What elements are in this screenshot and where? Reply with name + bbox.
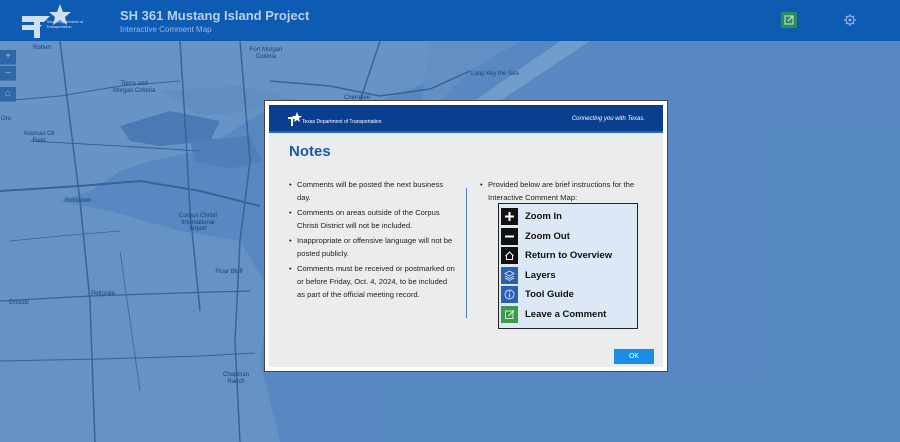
layers-icon (501, 266, 518, 284)
guide-label: Leave a Comment (525, 308, 607, 320)
page-subtitle: Interactive Comment Map (120, 25, 212, 34)
guide-row-zoom-in: Zoom In (499, 207, 637, 227)
guide-label: Zoom In (525, 211, 562, 222)
notes-item: Comments must be received or postmarked … (289, 262, 457, 301)
guide-row-tool-guide: Tool Guide (499, 285, 637, 305)
gear-icon (844, 14, 856, 26)
guide-label: Zoom Out (525, 230, 570, 242)
logo-text: Texas Department of Transportation (46, 19, 83, 29)
guide-label: Layers (525, 269, 556, 281)
comment-edit-icon (501, 305, 518, 323)
banner-agency-name: Texas Department of Transportation (302, 119, 382, 125)
tool-guide-legend: Zoom In Zoom Out Return to Overview Laye… (498, 203, 638, 329)
ok-button[interactable]: OK (614, 349, 654, 364)
notes-dialog-body: Texas Department of Transportation Conne… (269, 105, 663, 367)
txdot-star-icon (288, 112, 302, 126)
notes-item: Comments will be posted the next busines… (289, 178, 457, 204)
notes-list: Comments will be posted the next busines… (289, 178, 457, 303)
home-icon (501, 247, 518, 264)
guide-label: Return to Overview (525, 250, 613, 261)
notes-item: Inappropriate or offensive language will… (289, 234, 457, 260)
guide-row-leave-comment: Leave a Comment (499, 305, 637, 325)
notes-title: Notes (289, 143, 331, 160)
notes-dialog: Texas Department of Transportation Conne… (264, 100, 668, 372)
minus-icon (501, 227, 518, 245)
txdot-banner: Texas Department of Transportation Conne… (269, 105, 663, 133)
app-header: Texas Department of Transportation SH 36… (0, 0, 900, 41)
plus-icon (501, 208, 518, 225)
column-divider (466, 188, 467, 318)
txdot-logo: Texas Department of Transportation (20, 2, 83, 40)
guide-label: Tool Guide (525, 289, 574, 300)
page-title: SH 361 Mustang Island Project (120, 8, 310, 23)
info-icon (501, 286, 518, 303)
guide-row-layers: Layers (499, 266, 637, 286)
guide-row-zoom-out: Zoom Out (499, 227, 637, 247)
leave-comment-button[interactable] (781, 12, 797, 28)
guide-row-overview: Return to Overview (499, 246, 637, 266)
notes-item: Comments on areas outside of the Corpus … (289, 206, 457, 232)
comment-edit-icon (784, 15, 794, 25)
instructions-intro: Provided below are brief instructions fo… (480, 178, 660, 204)
settings-button[interactable] (842, 12, 858, 28)
banner-tagline: Connecting you with Texas. (571, 116, 645, 122)
